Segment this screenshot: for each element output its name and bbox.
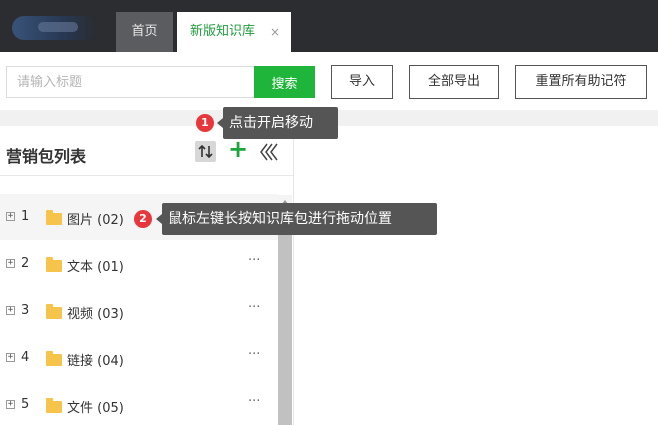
search-button[interactable]: 搜索 — [254, 66, 315, 98]
more-icon[interactable]: ··· — [248, 253, 260, 268]
list-item-number: 4 — [21, 350, 30, 365]
collapse-icon[interactable] — [258, 141, 280, 163]
list-item[interactable]: + 4 链接 (04) ··· — [0, 334, 278, 380]
folder-icon — [46, 210, 62, 225]
list-item-label: 图片 (02) — [67, 213, 124, 228]
list-item[interactable]: + 5 文件 (05) ··· — [0, 381, 278, 425]
more-icon[interactable]: ··· — [248, 394, 260, 409]
import-button[interactable]: 导入 — [331, 65, 393, 99]
list-item-label: 视频 (03) — [67, 307, 124, 322]
tab-knowledge-base[interactable]: 新版知识库 × — [177, 12, 291, 52]
expand-icon[interactable]: + — [6, 400, 15, 409]
list-item-label: 链接 (04) — [67, 354, 124, 369]
expand-icon[interactable]: + — [6, 353, 15, 362]
add-icon[interactable]: + — [228, 137, 248, 162]
folder-icon — [46, 351, 62, 366]
more-icon[interactable]: ··· — [248, 347, 260, 362]
expand-icon[interactable]: + — [6, 306, 15, 315]
expand-icon[interactable]: + — [6, 212, 15, 221]
sort-icon[interactable] — [195, 141, 216, 162]
list-item-number: 2 — [21, 256, 30, 271]
folder-icon — [46, 304, 62, 319]
scrollbar-thumb[interactable] — [278, 214, 292, 425]
list-item-label: 文件 (05) — [67, 401, 124, 416]
list-item-label: 文本 (01) — [67, 260, 124, 275]
export-all-button[interactable]: 全部导出 — [409, 65, 499, 99]
step-badge-1: 1 — [196, 114, 214, 132]
tooltip-enable-move: 点击开启移动 — [217, 107, 338, 139]
panel-divider — [0, 175, 293, 176]
expand-icon[interactable]: + — [6, 259, 15, 268]
list-item[interactable]: + 2 文本 (01) ··· — [0, 240, 278, 286]
tab-home[interactable]: 首页 — [116, 12, 173, 52]
logo — [12, 16, 98, 40]
reset-mnemonics-button[interactable]: 重置所有助记符 — [515, 65, 647, 99]
step-badge-2: 2 — [134, 210, 152, 228]
close-icon[interactable]: × — [270, 12, 280, 52]
folder-icon — [46, 398, 62, 413]
top-navigation-bar — [0, 0, 658, 52]
list-item-number: 5 — [21, 397, 30, 412]
panel-title: 营销包列表 — [6, 147, 87, 166]
tab-knowledge-base-label: 新版知识库 — [190, 24, 256, 39]
list-item-number: 3 — [21, 303, 30, 318]
list-item-number: 1 — [21, 209, 30, 224]
tooltip-drag-hint: 鼠标左键长按知识库包进行拖动位置 — [156, 203, 437, 235]
more-icon[interactable]: ··· — [248, 300, 260, 315]
list-item[interactable]: + 3 视频 (03) ··· — [0, 287, 278, 333]
search-input[interactable] — [6, 66, 255, 98]
folder-icon — [46, 257, 62, 272]
